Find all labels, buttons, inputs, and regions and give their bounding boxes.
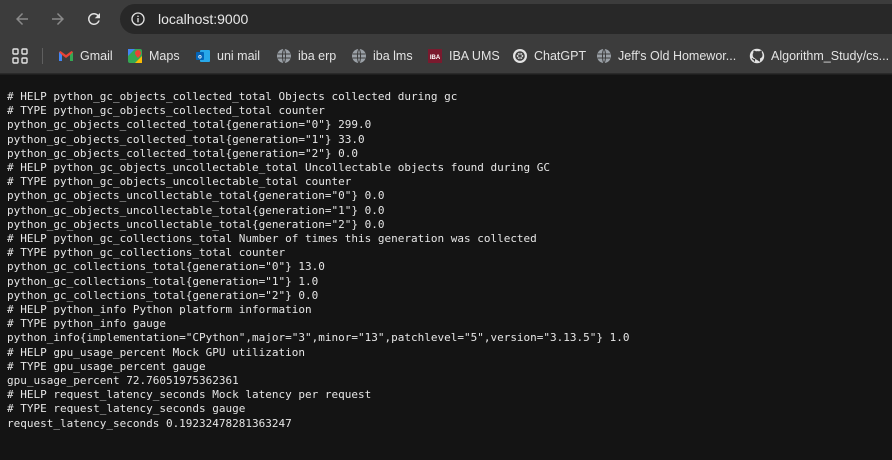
metrics-text: # HELP python_gc_objects_collected_total… [7,90,630,431]
metric-value-line: python_gc_objects_uncollectable_total{ge… [7,189,385,203]
metric-comment-line: # TYPE gpu_usage_percent gauge [7,359,206,373]
bookmark-label: uni mail [217,49,261,63]
chatgpt-icon [512,48,528,64]
metric-comment-line: # HELP python_gc_objects_uncollectable_t… [7,161,551,175]
bookmark-iba-ums[interactable]: IBA IBA UMS [427,46,500,66]
reload-icon [87,12,100,25]
metric-comment-line: # TYPE python_gc_objects_uncollectable_t… [7,175,352,189]
bookmark-chatgpt[interactable]: ChatGPT [512,46,586,66]
metric-comment-line: # TYPE python_gc_collections_total count… [7,246,286,260]
arrow-left-icon [16,13,28,25]
metric-value-line: python_gc_objects_collected_total{genera… [7,132,365,146]
address-bar[interactable]: localhost:9000 [120,4,892,34]
browser-toolbar: localhost:9000 [0,0,892,38]
bookmark-label: IBA UMS [449,49,500,63]
globe-icon [276,48,292,64]
svg-text:o: o [198,55,202,61]
metric-value-line: python_gc_collections_total{generation="… [7,260,325,274]
bookmark-label: Algorithm_Study/cs... [771,49,890,63]
maps-icon [127,48,143,64]
url-text[interactable]: localhost:9000 [158,11,248,27]
back-button[interactable] [10,7,34,31]
bookmark-label: ChatGPT [534,49,587,63]
outlook-icon: o [195,48,211,64]
reload-button[interactable] [82,7,106,31]
metric-value-line: python_gc_collections_total{generation="… [7,274,319,288]
globe-icon [351,48,367,64]
bookmark-maps[interactable]: Maps [127,46,180,66]
bookmarks-bar: Gmail Maps o uni mail iba erp iba lms IB… [0,38,892,74]
gmail-icon [58,48,74,64]
bookmark-label: Gmail [80,49,113,63]
bookmark-label: iba lms [373,49,413,63]
bookmark-label: Maps [149,49,180,63]
site-info-icon[interactable] [130,11,146,27]
bookmark-label: iba erp [298,49,337,63]
metric-comment-line: # HELP request_latency_seconds Mock late… [7,388,372,402]
bookmark-gmail[interactable]: Gmail [58,46,113,66]
bookmarks-divider [42,48,43,64]
metric-value-line: python_gc_objects_uncollectable_total{ge… [7,203,385,217]
metric-value-line: gpu_usage_percent 72.76051975362361 [7,374,239,388]
bookmark-iba-lms[interactable]: iba lms [351,46,413,66]
metric-value-line: request_latency_seconds 0.19232478281363… [7,416,292,430]
metric-comment-line: # HELP python_gc_objects_collected_total… [7,90,458,103]
apps-grid-icon[interactable] [12,48,28,64]
metric-value-line: python_gc_objects_collected_total{genera… [7,118,372,132]
globe-icon [596,48,612,64]
metric-comment-line: # HELP python_gc_collections_total Numbe… [7,232,537,246]
metric-comment-line: # TYPE python_info gauge [7,317,166,331]
bookmark-iba-erp[interactable]: iba erp [276,46,336,66]
arrow-right-icon [52,13,64,25]
metric-comment-line: # HELP gpu_usage_percent Mock GPU utiliz… [7,345,306,359]
bookmark-jeffs-old-homework[interactable]: Jeff's Old Homewor... [596,46,736,66]
svg-text:IBA: IBA [430,55,441,61]
iba-logo-icon: IBA [427,48,443,64]
forward-button[interactable] [46,7,70,31]
metric-comment-line: # TYPE python_gc_objects_collected_total… [7,104,325,118]
metric-value-line: python_gc_objects_uncollectable_total{ge… [7,217,385,231]
bookmark-uni-mail[interactable]: o uni mail [195,46,260,66]
bookmark-algorithm-study[interactable]: Algorithm_Study/cs... [749,46,889,66]
github-icon [749,48,765,64]
metric-value-line: python_gc_collections_total{generation="… [7,288,319,302]
bookmark-label: Jeff's Old Homewor... [618,49,737,63]
metric-comment-line: # TYPE request_latency_seconds gauge [7,402,246,416]
page-content: # HELP python_gc_objects_collected_total… [0,75,892,460]
metric-comment-line: # HELP python_info Python platform infor… [7,303,312,317]
metric-value-line: python_info{implementation="CPython",maj… [7,331,630,345]
metric-value-line: python_gc_objects_collected_total{genera… [7,146,358,160]
